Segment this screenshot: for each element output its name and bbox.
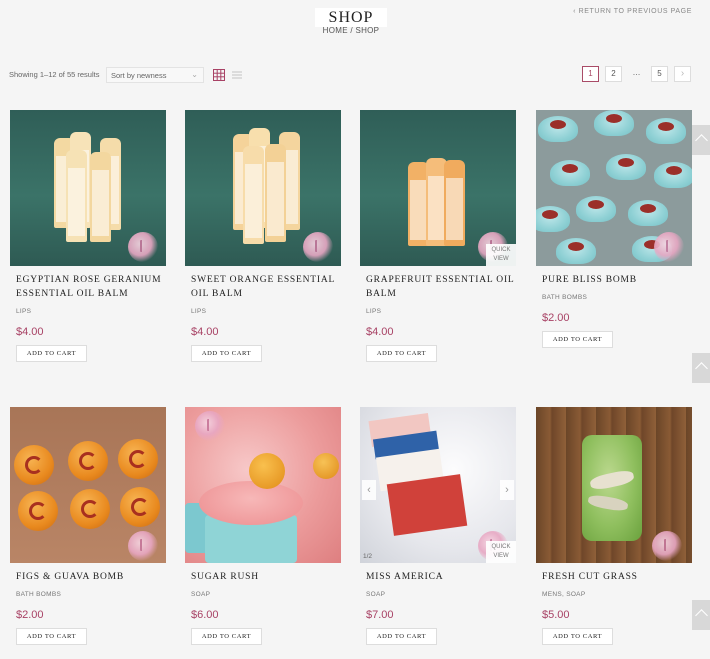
result-count: Showing 1–12 of 55 results <box>9 70 100 79</box>
page-5[interactable]: 5 <box>651 66 668 82</box>
list-view-icon[interactable] <box>231 68 243 80</box>
sort-selected-value: Sort by newness <box>111 71 167 80</box>
product-name[interactable]: Fresh Cut Grass <box>536 570 692 584</box>
product-image[interactable]: QUICK VIEW <box>360 110 516 266</box>
product-name[interactable]: Sugar Rush <box>185 570 341 584</box>
page-ellipsis: … <box>632 68 641 77</box>
product-price: $4.00 <box>366 326 394 338</box>
product-card: Pure Bliss Bomb BATH BOMBS $2.00 ADD TO … <box>536 110 692 348</box>
quick-view-button[interactable]: QUICK VIEW <box>486 244 516 266</box>
product-card: Egyptian Rose Geranium Essential Oil Bal… <box>10 110 166 362</box>
product-image[interactable] <box>536 110 692 266</box>
add-to-cart-button[interactable]: ADD TO CART <box>191 345 262 362</box>
product-price: $7.00 <box>366 609 394 621</box>
product-name[interactable]: Grapefruit Essential Oil Balm <box>360 273 516 301</box>
brand-logo-icon <box>652 531 682 561</box>
product-name[interactable]: Sweet Orange Essential Oil Balm <box>185 273 341 301</box>
side-scroll-tab[interactable] <box>692 125 710 155</box>
product-image[interactable] <box>10 110 166 266</box>
brand-logo-icon <box>128 232 158 262</box>
chevron-down-icon: ⌄ <box>191 70 198 79</box>
product-category[interactable]: MENS, SOAP <box>536 591 692 598</box>
brand-logo-icon <box>303 232 333 262</box>
product-image[interactable]: ‹ › 1/2 QUICK VIEW <box>360 407 516 563</box>
slide-counter: 1/2 <box>363 553 373 560</box>
product-card: ‹ › 1/2 QUICK VIEW Miss America SOAP $7.… <box>360 407 516 645</box>
product-card: Fresh Cut Grass MENS, SOAP $5.00 ADD TO … <box>536 407 692 645</box>
product-price: $2.00 <box>16 609 44 621</box>
product-category[interactable]: SOAP <box>185 591 341 598</box>
slide-prev-button[interactable]: ‹ <box>362 480 376 500</box>
product-image[interactable] <box>536 407 692 563</box>
product-image[interactable] <box>10 407 166 563</box>
add-to-cart-button[interactable]: ADD TO CART <box>16 628 87 645</box>
return-previous-link[interactable]: ‹ RETURN TO PREVIOUS PAGE <box>573 8 692 15</box>
add-to-cart-button[interactable]: ADD TO CART <box>16 345 87 362</box>
side-scroll-tab[interactable] <box>692 353 710 383</box>
product-price: $4.00 <box>191 326 219 338</box>
product-card: Sugar Rush SOAP $6.00 ADD TO CART <box>185 407 341 645</box>
product-category[interactable]: LIPS <box>185 308 341 315</box>
page-2[interactable]: 2 <box>605 66 622 82</box>
product-category[interactable]: BATH BOMBS <box>10 591 166 598</box>
product-category[interactable]: SOAP <box>360 591 516 598</box>
product-price: $6.00 <box>191 609 219 621</box>
grid-view-icon[interactable] <box>213 68 225 81</box>
product-card: Sweet Orange Essential Oil Balm LIPS $4.… <box>185 110 341 362</box>
product-name[interactable]: Figs & Guava Bomb <box>10 570 166 584</box>
product-category[interactable]: LIPS <box>360 308 516 315</box>
product-card: Figs & Guava Bomb BATH BOMBS $2.00 ADD T… <box>10 407 166 645</box>
page-1[interactable]: 1 <box>582 66 599 82</box>
slide-next-button[interactable]: › <box>500 480 514 500</box>
product-name[interactable]: Egyptian Rose Geranium Essential Oil Bal… <box>10 273 166 301</box>
product-image[interactable] <box>185 407 341 563</box>
product-name[interactable]: Miss America <box>360 570 516 584</box>
add-to-cart-button[interactable]: ADD TO CART <box>366 628 437 645</box>
breadcrumb[interactable]: HOME / SHOP <box>300 26 402 35</box>
brand-logo-icon <box>654 232 684 262</box>
product-price: $2.00 <box>542 312 570 324</box>
back-to-top-button[interactable] <box>692 600 710 630</box>
brand-logo-icon <box>128 531 158 561</box>
product-name[interactable]: Pure Bliss Bomb <box>536 273 692 287</box>
add-to-cart-button[interactable]: ADD TO CART <box>366 345 437 362</box>
product-category[interactable]: LIPS <box>10 308 166 315</box>
product-price: $5.00 <box>542 609 570 621</box>
add-to-cart-button[interactable]: ADD TO CART <box>542 628 613 645</box>
pagination: 1 2 … 5 › <box>576 66 691 82</box>
quick-view-button[interactable]: QUICK VIEW <box>486 541 516 563</box>
add-to-cart-button[interactable]: ADD TO CART <box>542 331 613 348</box>
page-title: SHOP <box>315 8 387 27</box>
product-category[interactable]: BATH BOMBS <box>536 294 692 301</box>
next-page-button[interactable]: › <box>674 66 691 82</box>
add-to-cart-button[interactable]: ADD TO CART <box>191 628 262 645</box>
sort-select[interactable]: Sort by newness ⌄ <box>106 67 204 83</box>
product-image[interactable] <box>185 110 341 266</box>
product-card: QUICK VIEW Grapefruit Essential Oil Balm… <box>360 110 516 362</box>
brand-logo-icon <box>195 411 225 441</box>
product-price: $4.00 <box>16 326 44 338</box>
